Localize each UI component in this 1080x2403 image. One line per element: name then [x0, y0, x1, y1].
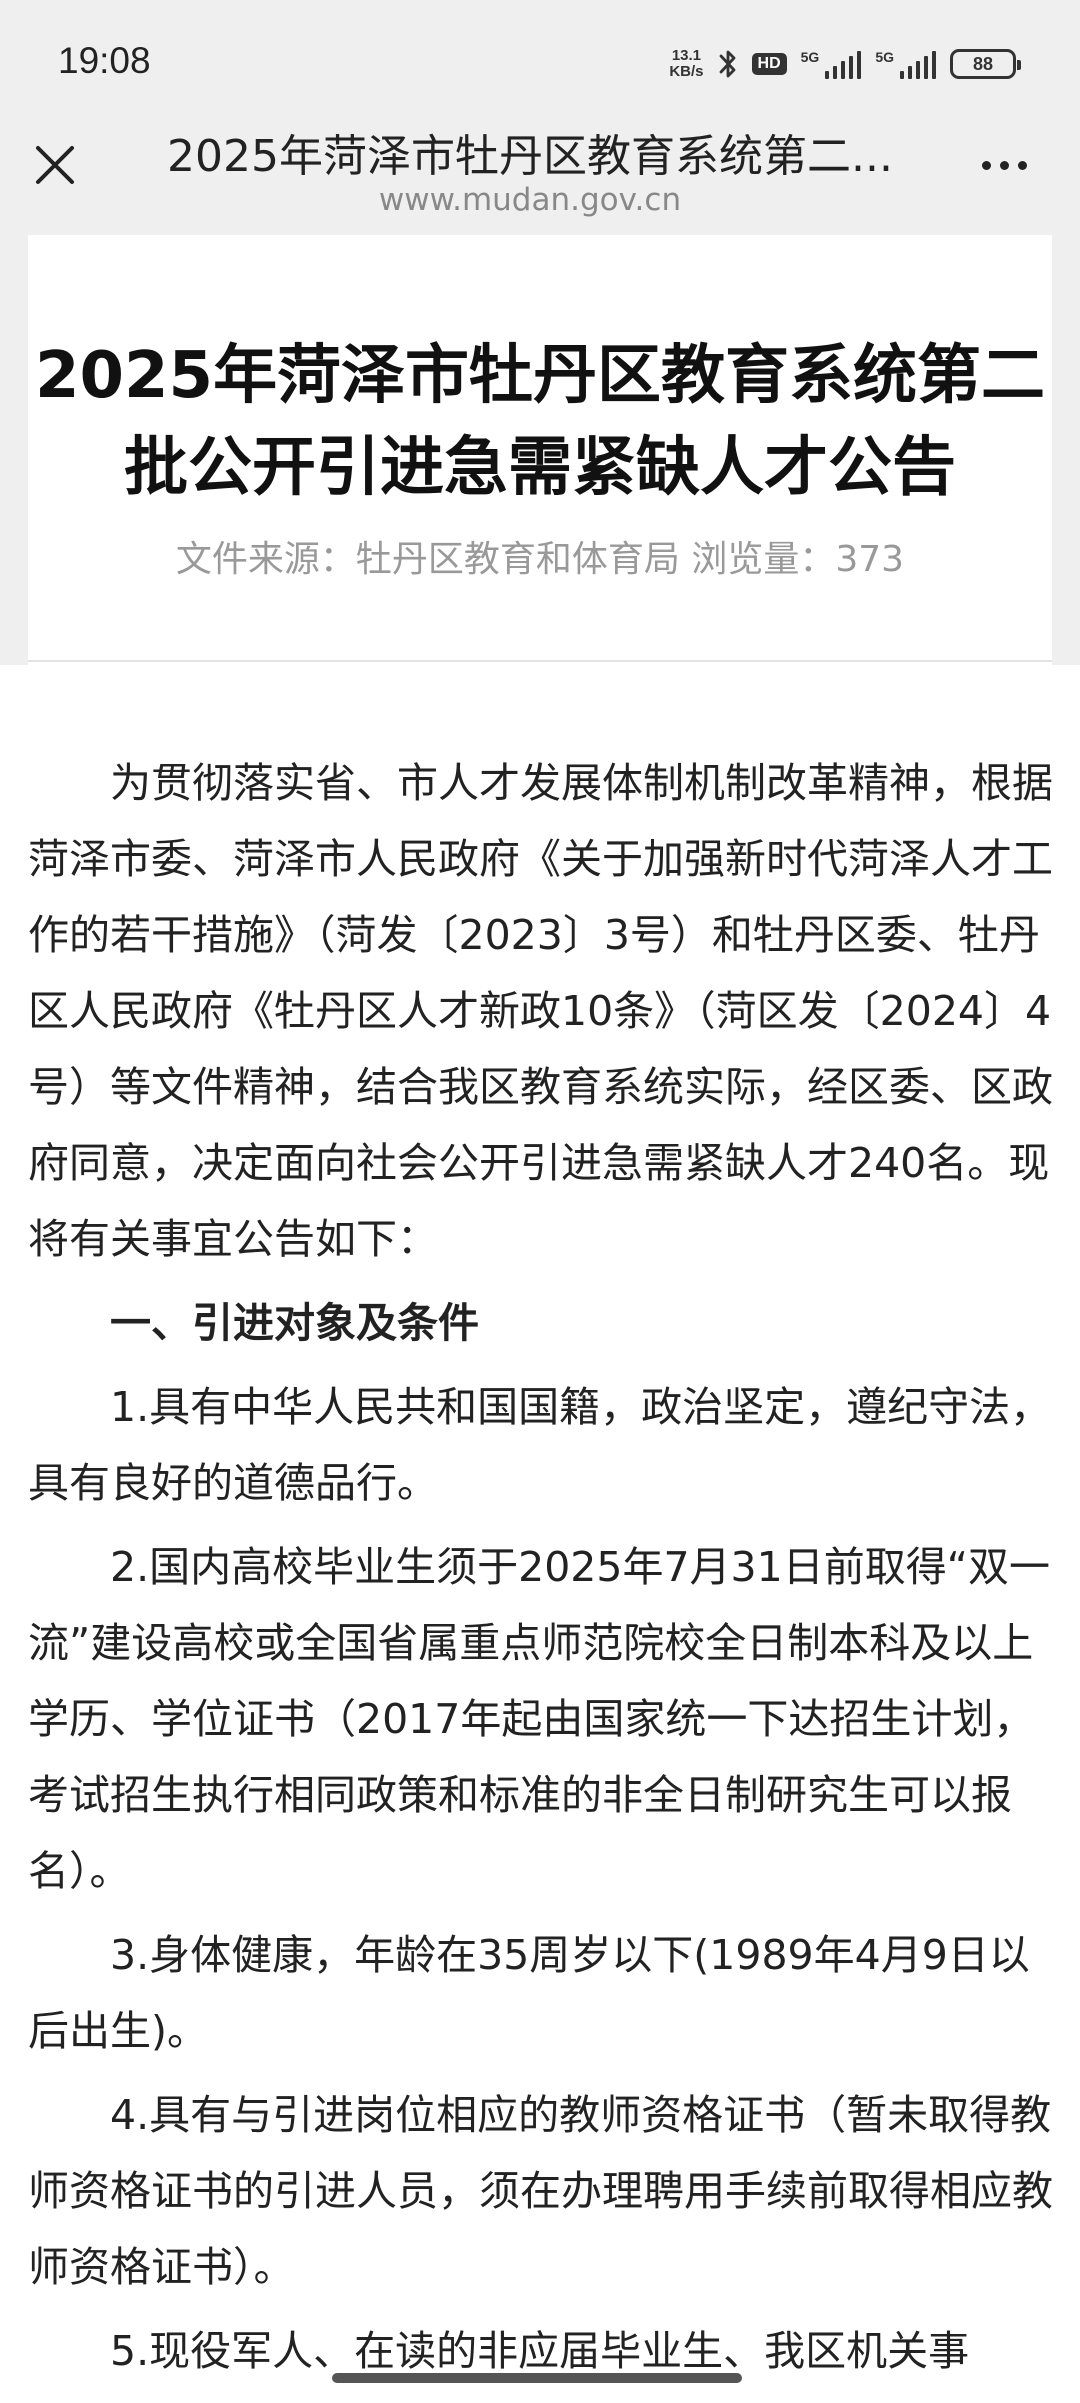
page-margin-left — [0, 235, 28, 665]
paragraph: 3.身体健康，年龄在35周岁以下(1989年4月9日以后出生)。 — [28, 1931, 1030, 2055]
sim1-network-label: 5G — [800, 49, 820, 65]
status-time: 19:08 — [58, 40, 151, 81]
paragraph: 2.国内高校毕业生须于2025年7月31日前取得“双一流”建设高校或全国省属重点… — [28, 1543, 1050, 1895]
network-speed: 13.1 KB/s — [669, 48, 703, 80]
page-title: 2025年菏泽市牡丹区教育系统第二... — [167, 131, 893, 182]
battery-level: 88 — [972, 53, 994, 74]
bluetooth-icon — [719, 50, 735, 78]
article-body: 为贯彻落实省、市人才发展体制机制改革精神，根据菏泽市委、菏泽市人民政府《关于加强… — [28, 745, 1058, 2397]
divider — [28, 660, 1052, 662]
hd-voice-badge: HD — [751, 53, 787, 75]
browser-nav-bar: 2025年菏泽市牡丹区教育系统第二... www.mudan.gov.cn — [0, 110, 1080, 235]
paragraph: 4.具有与引进岗位相应的教师资格证书（暂未取得教师资格证书的引进人员，须在办理聘… — [28, 2091, 1053, 2291]
more-options-button[interactable] — [974, 150, 1034, 180]
battery-icon: 88 — [950, 49, 1021, 79]
paragraph: 1.具有中华人民共和国国籍，政治坚定，遵纪守法，具有良好的道德品行。 — [28, 1383, 1052, 1507]
section-heading: 一、引进对象及条件 — [110, 1299, 479, 1347]
home-indicator[interactable] — [332, 2373, 742, 2383]
more-icon-dot — [999, 160, 1009, 170]
paragraph: 为贯彻落实省、市人才发展体制机制改革精神，根据菏泽市委、菏泽市人民政府《关于加强… — [28, 759, 1053, 1263]
article-title: 2025年菏泽市牡丹区教育系统第二批公开引进急需紧缺人才公告 — [34, 339, 1046, 505]
signal-strength-sim1-icon: 5G — [801, 49, 862, 79]
network-speed-unit: KB/s — [669, 63, 704, 80]
page-url: www.mudan.gov.cn — [378, 182, 682, 218]
article-page[interactable]: 2025年菏泽市牡丹区教育系统第二批公开引进急需紧缺人才公告 文件来源：牡丹区教… — [0, 235, 1080, 2403]
status-bar: 19:08 13.1 KB/s HD 5G 5G 88 — [0, 0, 1080, 128]
network-speed-value: 13.1 — [671, 47, 702, 64]
sim2-network-label: 5G — [875, 49, 894, 65]
close-button[interactable] — [30, 140, 80, 190]
more-icon-dot — [1017, 160, 1027, 170]
close-icon — [36, 146, 74, 184]
signal-strength-sim2-icon: 5G — [875, 49, 936, 79]
more-icon-dot — [981, 160, 991, 170]
status-icons: 13.1 KB/s HD 5G 5G 88 — [669, 42, 1021, 86]
article-meta: 文件来源：牡丹区教育和体育局 浏览量：373 — [175, 539, 905, 580]
page-margin-right — [1052, 235, 1080, 665]
